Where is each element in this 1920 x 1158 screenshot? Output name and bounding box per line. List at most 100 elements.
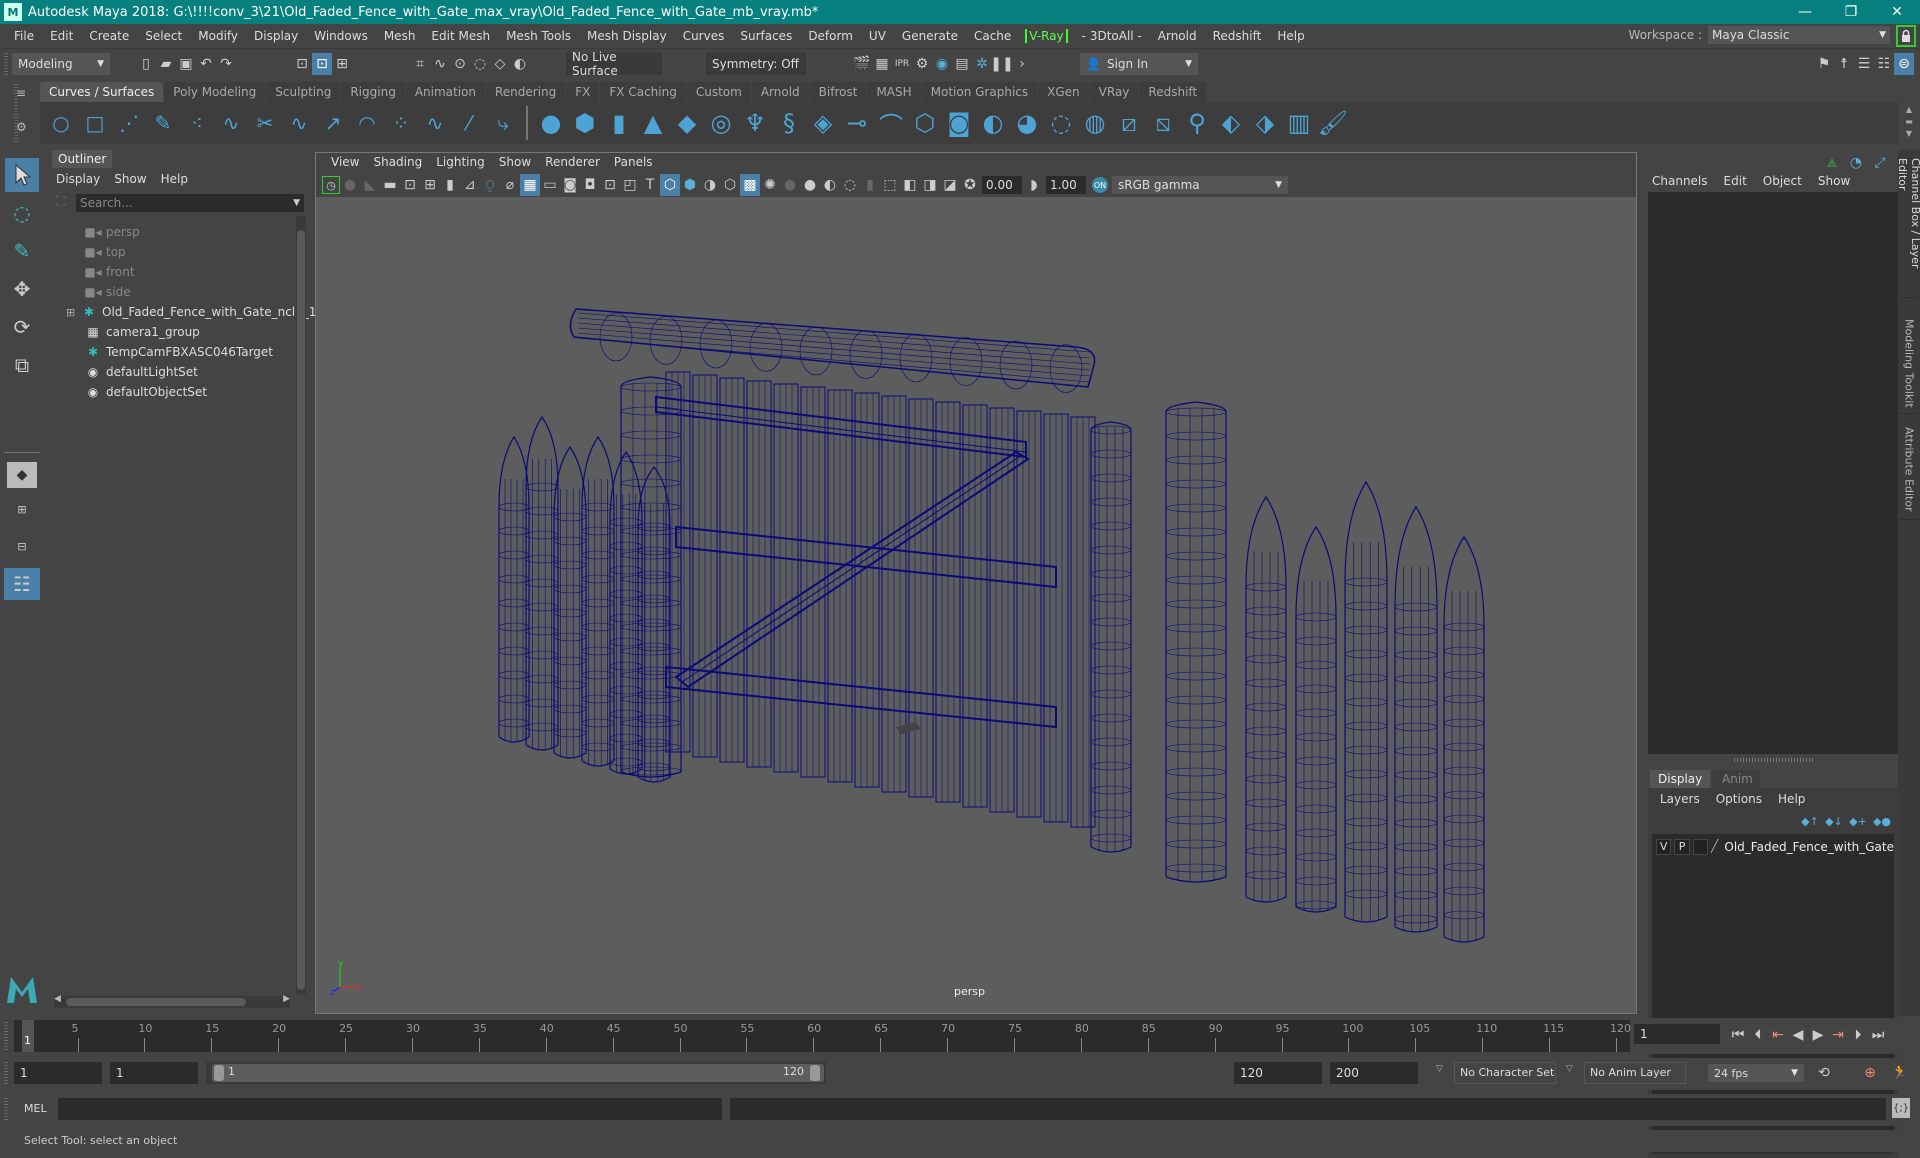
playback-end-field[interactable]: 120 <box>1234 1062 1322 1084</box>
shelf-tab-rendering[interactable]: Rendering <box>486 82 566 102</box>
res-gate-2-icon[interactable]: ◙ <box>560 174 580 196</box>
live-surface-field[interactable]: No Live Surface <box>566 50 662 78</box>
snap-view-plane-icon[interactable]: ◇ <box>490 53 510 75</box>
round-icon[interactable]: ◕ <box>1010 106 1044 140</box>
layers-menu[interactable]: Layers <box>1660 792 1700 806</box>
select-camera-icon[interactable]: ◷ <box>322 176 340 194</box>
safe-title-icon[interactable]: ◰ <box>620 174 640 196</box>
modeling-toolkit-toggle-icon[interactable]: ⚑ <box>1814 53 1834 75</box>
symmetry-field[interactable]: Symmetry: Off <box>706 53 806 75</box>
menu-vray[interactable]: V-Ray <box>1025 29 1068 43</box>
viewport-menu-renderer[interactable]: Renderer <box>538 155 607 169</box>
step-back-frame-icon[interactable]: ⏴ <box>1748 1024 1768 1046</box>
outliner-item-persp[interactable]: ■◂ persp <box>84 222 140 242</box>
chevron-down-icon[interactable]: ▼ <box>293 194 300 212</box>
save-scene-icon[interactable]: ▣ <box>176 53 196 75</box>
workspace-lock-icon[interactable] <box>1896 25 1916 47</box>
menu-help[interactable]: Help <box>1269 29 1312 43</box>
sign-in-dropdown[interactable]: 👤 Sign In ▼ <box>1080 53 1198 75</box>
image-plane-icon[interactable]: ▬ <box>380 174 400 196</box>
light-editor-icon[interactable]: ✲ <box>972 53 992 75</box>
paint-select-tool-icon[interactable]: ✎ <box>5 234 39 268</box>
layer-playback-toggle[interactable]: P <box>1674 839 1690 855</box>
speed-icon[interactable]: ◔ <box>1846 152 1866 174</box>
bezier-curve-icon[interactable]: ∿ <box>214 106 248 140</box>
range-bar-fill[interactable] <box>212 1064 824 1082</box>
command-line-grip[interactable] <box>4 1098 8 1122</box>
open-scene-icon[interactable]: ▰ <box>156 53 176 75</box>
film-gate-2-icon[interactable]: ▭ <box>540 174 560 196</box>
range-end-handle[interactable] <box>810 1065 820 1081</box>
pencil-curve-icon[interactable]: ✎ <box>146 106 180 140</box>
playback-start-field[interactable]: 1 <box>110 1062 198 1084</box>
shelf-tab-fx-caching[interactable]: FX Caching <box>600 82 686 102</box>
edit-menu[interactable]: Edit <box>1724 174 1747 188</box>
menu-file[interactable]: File <box>6 29 42 43</box>
manipulator-icon[interactable]: ⟁ <box>1822 152 1842 174</box>
layer-name[interactable]: Old_Faded_Fence_with_Gate <box>1724 840 1894 854</box>
shelf-tab-mash[interactable]: MASH <box>867 82 921 102</box>
viewport-menu-show[interactable]: Show <box>492 155 538 169</box>
plane-icon[interactable]: ◆ <box>670 106 704 140</box>
boundary-icon[interactable]: ⬡ <box>908 106 942 140</box>
layer-row[interactable]: V P ╱ Old_Faded_Fence_with_Gate <box>1652 836 1894 858</box>
snap-point-icon[interactable]: ⊙ <box>450 53 470 75</box>
viewport-menu-view[interactable]: View <box>324 155 366 169</box>
layer-tab-anim[interactable]: Anim <box>1712 770 1760 788</box>
close-button[interactable]: ✕ <box>1874 0 1920 24</box>
move-layer-up-icon[interactable]: ◆↑ <box>1800 810 1820 832</box>
hyperbolic-icon[interactable]: ⤢ <box>1870 152 1890 174</box>
menu-modify[interactable]: Modify <box>190 29 246 43</box>
torus-icon[interactable]: ◎ <box>704 106 738 140</box>
shelf-tab-fx[interactable]: FX <box>566 82 600 102</box>
scroll-right-icon[interactable]: ▶ <box>283 994 290 1004</box>
filter-icon[interactable]: ⛶ <box>56 194 66 210</box>
outliner-tab[interactable]: Outliner <box>52 150 112 168</box>
offset-curve-icon[interactable]: ◠ <box>350 106 384 140</box>
select-object-icon[interactable]: ⊡ <box>312 53 332 75</box>
menu-3dtoall[interactable]: - 3DtoAll - <box>1074 29 1150 43</box>
character-set-menu-icon[interactable]: ▽ <box>1436 1064 1443 1074</box>
shelf-scroll-arrows[interactable]: ▲ ▬ ▼ <box>1902 104 1916 144</box>
two-view-layout-icon[interactable]: ⊟ <box>7 532 37 560</box>
new-layer-from-selected-icon[interactable]: ◆● <box>1872 810 1892 832</box>
detach-icon[interactable]: ◍ <box>1078 106 1112 140</box>
square-curve-icon[interactable]: □ <box>78 106 112 140</box>
step-back-key-icon[interactable]: ⇤ <box>1768 1024 1788 1046</box>
extend-curve-icon[interactable]: ↗ <box>316 106 350 140</box>
gate-mask-2-icon[interactable]: ◘ <box>580 174 600 196</box>
exposure-field[interactable]: 0.00 <box>982 176 1022 194</box>
move-layer-down-icon[interactable]: ◆↓ <box>1824 810 1844 832</box>
smooth-shade-icon[interactable]: ⬢ <box>680 174 700 196</box>
current-frame-field[interactable]: 1 <box>1634 1024 1720 1044</box>
shelf-tab-sculpting[interactable]: Sculpting <box>266 82 341 102</box>
command-input[interactable] <box>58 1098 722 1120</box>
menu-mesh-tools[interactable]: Mesh Tools <box>498 29 579 43</box>
gamma-field[interactable]: 1.00 <box>1046 176 1086 194</box>
fps-dropdown[interactable]: 24 fps ▼ <box>1708 1064 1804 1082</box>
viewport-menu-lighting[interactable]: Lighting <box>429 155 492 169</box>
menu-mesh-display[interactable]: Mesh Display <box>579 29 675 43</box>
outliner-vertical-scrollbar[interactable] <box>296 216 306 994</box>
shelf-tab-redshift[interactable]: Redshift <box>1139 82 1207 102</box>
side-tab-attribute-editor[interactable]: Attribute Editor <box>1900 420 1918 520</box>
rotate-tool-icon[interactable]: ⟳ <box>5 310 39 344</box>
project-icon[interactable]: ⚲ <box>1180 106 1214 140</box>
layer-color-icon[interactable]: ╱ <box>1711 839 1721 855</box>
outliner-item-default-light-set[interactable]: ◉ defaultLightSet <box>84 362 198 382</box>
bookmark-icon[interactable]: ◣ <box>360 174 380 196</box>
anti-aliasing-icon[interactable]: ◌ <box>840 174 860 196</box>
select-hierarchy-icon[interactable]: ⊡ <box>292 53 312 75</box>
menu-curves[interactable]: Curves <box>675 29 733 43</box>
cube-icon[interactable]: ⬢ <box>568 106 602 140</box>
xray-icon[interactable]: ◧ <box>900 174 920 196</box>
outliner-item-side[interactable]: ■◂ side <box>84 282 130 302</box>
snap-curve-icon[interactable]: ∿ <box>430 53 450 75</box>
play-backwards-icon[interactable]: ◀ <box>1788 1024 1808 1046</box>
default-material-icon[interactable]: ◑ <box>700 174 720 196</box>
motion-blur-icon[interactable]: ◐ <box>820 174 840 196</box>
gate-mask-icon[interactable]: ⍜ <box>480 174 500 196</box>
revolve-icon[interactable]: ♆ <box>738 106 772 140</box>
cylinder-icon[interactable]: ▮ <box>602 106 636 140</box>
start-time-field[interactable]: 1 <box>14 1062 102 1084</box>
